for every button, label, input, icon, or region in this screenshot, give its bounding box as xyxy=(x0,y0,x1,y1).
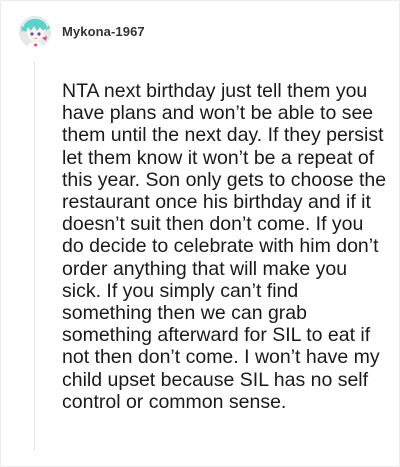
username[interactable]: Mykona-1967 xyxy=(62,24,145,39)
comment-card: Mykona-1967 NTA next birthday just tell … xyxy=(0,0,400,467)
comment-text: NTA next birthday just tell them you hav… xyxy=(62,80,387,413)
thread-line[interactable] xyxy=(34,61,35,451)
anime-character-avatar-icon[interactable] xyxy=(19,16,51,48)
